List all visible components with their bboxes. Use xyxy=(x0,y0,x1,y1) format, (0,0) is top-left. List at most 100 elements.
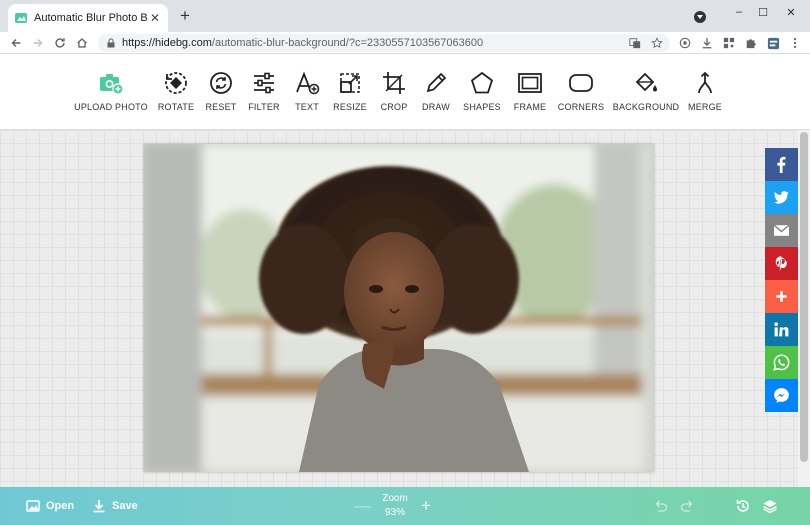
share-pinterest-button[interactable] xyxy=(765,247,798,280)
tool-label: CORNERS xyxy=(557,102,605,112)
edited-photo[interactable] xyxy=(144,144,654,472)
share-linkedin-button[interactable] xyxy=(765,313,798,346)
tool-background[interactable]: BACKGROUND xyxy=(612,70,680,122)
tool-label: FRAME xyxy=(513,102,547,112)
tool-draw[interactable]: DRAW xyxy=(421,70,451,122)
back-arrow-icon[interactable] xyxy=(8,35,24,51)
tool-label: UPLOAD PHOTO xyxy=(74,102,148,112)
share-twitter-button[interactable] xyxy=(765,181,798,214)
tool-filter[interactable]: FILTER xyxy=(247,70,281,122)
portrait-blurred-background-image xyxy=(144,144,654,472)
tool-reset[interactable]: RESET xyxy=(203,70,239,122)
share-whatsapp-button[interactable] xyxy=(765,346,798,379)
reload-icon[interactable] xyxy=(52,35,68,51)
save-button[interactable]: Save xyxy=(92,487,138,525)
profile-avatar-icon[interactable] xyxy=(766,36,780,50)
editor-toolbar: UPLOAD PHOTO ROTATE RESET FILTER TEXT RE… xyxy=(0,55,810,130)
tool-rotate[interactable]: ROTATE xyxy=(156,70,196,122)
pencil-icon xyxy=(426,72,447,93)
url-host: https://hidebg.com xyxy=(122,37,212,49)
tab-title: Automatic Blur Photo Backgrou xyxy=(34,12,148,24)
qr-code-icon[interactable] xyxy=(722,36,736,50)
crop-icon xyxy=(383,72,405,94)
tool-label: BACKGROUND xyxy=(612,102,680,112)
paint-bucket-icon xyxy=(635,72,657,92)
undo-icon[interactable] xyxy=(652,498,668,514)
resize-icon xyxy=(340,73,360,93)
zoom-value: 93% xyxy=(384,507,405,518)
image-open-icon xyxy=(26,500,40,512)
extension-aperture-icon[interactable] xyxy=(678,36,692,50)
open-button[interactable]: Open xyxy=(26,487,74,525)
url-path: /automatic-blur-background/?c=2330557103… xyxy=(211,37,484,49)
tool-frame[interactable]: FRAME xyxy=(512,70,548,122)
tool-label: SHAPES xyxy=(463,102,501,112)
close-window-button[interactable]: ✕ xyxy=(780,4,802,20)
download-icon[interactable] xyxy=(700,36,714,50)
whatsapp-icon xyxy=(773,354,790,371)
tool-label: DRAW xyxy=(422,102,450,112)
bookmark-star-icon[interactable] xyxy=(650,36,664,50)
tool-upload-photo[interactable]: UPLOAD PHOTO xyxy=(74,70,148,122)
translate-icon[interactable] xyxy=(628,36,642,50)
tool-merge[interactable]: MERGE xyxy=(688,70,722,122)
rounded-rect-icon xyxy=(569,74,593,92)
history-icon[interactable] xyxy=(735,498,751,514)
zoom-out-button[interactable]: — xyxy=(354,497,371,515)
browser-tab[interactable]: Automatic Blur Photo Backgrou ✕ xyxy=(8,4,168,32)
tool-text[interactable]: TEXT xyxy=(292,70,322,122)
zoom-indicator: Zoom 93% xyxy=(378,492,412,520)
email-icon xyxy=(773,224,790,236)
share-facebook-button[interactable] xyxy=(765,148,798,181)
reset-icon xyxy=(210,72,232,94)
scrollbar-thumb[interactable] xyxy=(800,132,808,462)
tool-label: FILTER xyxy=(248,102,280,112)
minimize-button[interactable]: – xyxy=(728,4,750,20)
puzzle-extension-icon[interactable] xyxy=(744,36,758,50)
sliders-icon xyxy=(254,72,274,94)
tool-shapes[interactable]: SHAPES xyxy=(463,70,501,122)
tool-corners[interactable]: CORNERS xyxy=(557,70,605,122)
plus-icon xyxy=(776,291,787,302)
tool-label: CROP xyxy=(380,102,408,112)
download-icon xyxy=(93,500,105,513)
open-label: Open xyxy=(46,500,75,512)
share-more-button[interactable] xyxy=(765,280,798,313)
bottom-bar: Open Save — Zoom 93% + xyxy=(0,487,810,525)
frame-icon xyxy=(518,73,542,93)
chrome-profile-icon[interactable] xyxy=(694,11,706,23)
tab-close-icon[interactable]: ✕ xyxy=(148,11,162,25)
messenger-icon xyxy=(774,388,789,403)
tool-label: MERGE xyxy=(688,102,723,112)
merge-icon xyxy=(698,71,712,94)
linkedin-icon xyxy=(774,322,789,337)
tool-resize[interactable]: RESIZE xyxy=(333,70,367,122)
maximize-button[interactable]: ☐ xyxy=(752,4,774,20)
chrome-menu-icon[interactable] xyxy=(788,36,802,50)
forward-arrow-icon[interactable] xyxy=(30,35,46,51)
zoom-label: Zoom xyxy=(382,493,408,504)
new-tab-button[interactable]: + xyxy=(176,7,194,26)
address-bar[interactable]: https://hidebg.com/automatic-blur-backgr… xyxy=(98,34,670,52)
share-messenger-button[interactable] xyxy=(765,379,798,412)
rotate-icon xyxy=(165,72,187,94)
browser-toolbar: https://hidebg.com/automatic-blur-backgr… xyxy=(0,32,810,54)
save-label: Save xyxy=(112,500,138,512)
browser-tab-strip: Automatic Blur Photo Backgrou ✕ + – ☐ ✕ xyxy=(0,0,810,32)
redo-icon[interactable] xyxy=(680,498,696,514)
zoom-in-button[interactable]: + xyxy=(418,497,434,515)
vertical-scrollbar[interactable] xyxy=(798,130,810,487)
home-icon[interactable] xyxy=(74,35,90,51)
url-text: https://hidebg.com/automatic-blur-backgr… xyxy=(122,37,483,49)
facebook-icon xyxy=(777,156,786,173)
camera-plus-icon xyxy=(100,74,124,95)
tool-label: RESET xyxy=(205,102,237,112)
hidebg-favicon-icon xyxy=(15,13,27,23)
tool-crop[interactable]: CROP xyxy=(379,70,409,122)
pentagon-icon xyxy=(470,71,494,94)
tool-label: TEXT xyxy=(295,102,319,112)
share-email-button[interactable] xyxy=(765,214,798,247)
layers-icon[interactable] xyxy=(762,498,778,514)
pinterest-icon xyxy=(775,256,787,271)
twitter-icon xyxy=(773,191,789,204)
